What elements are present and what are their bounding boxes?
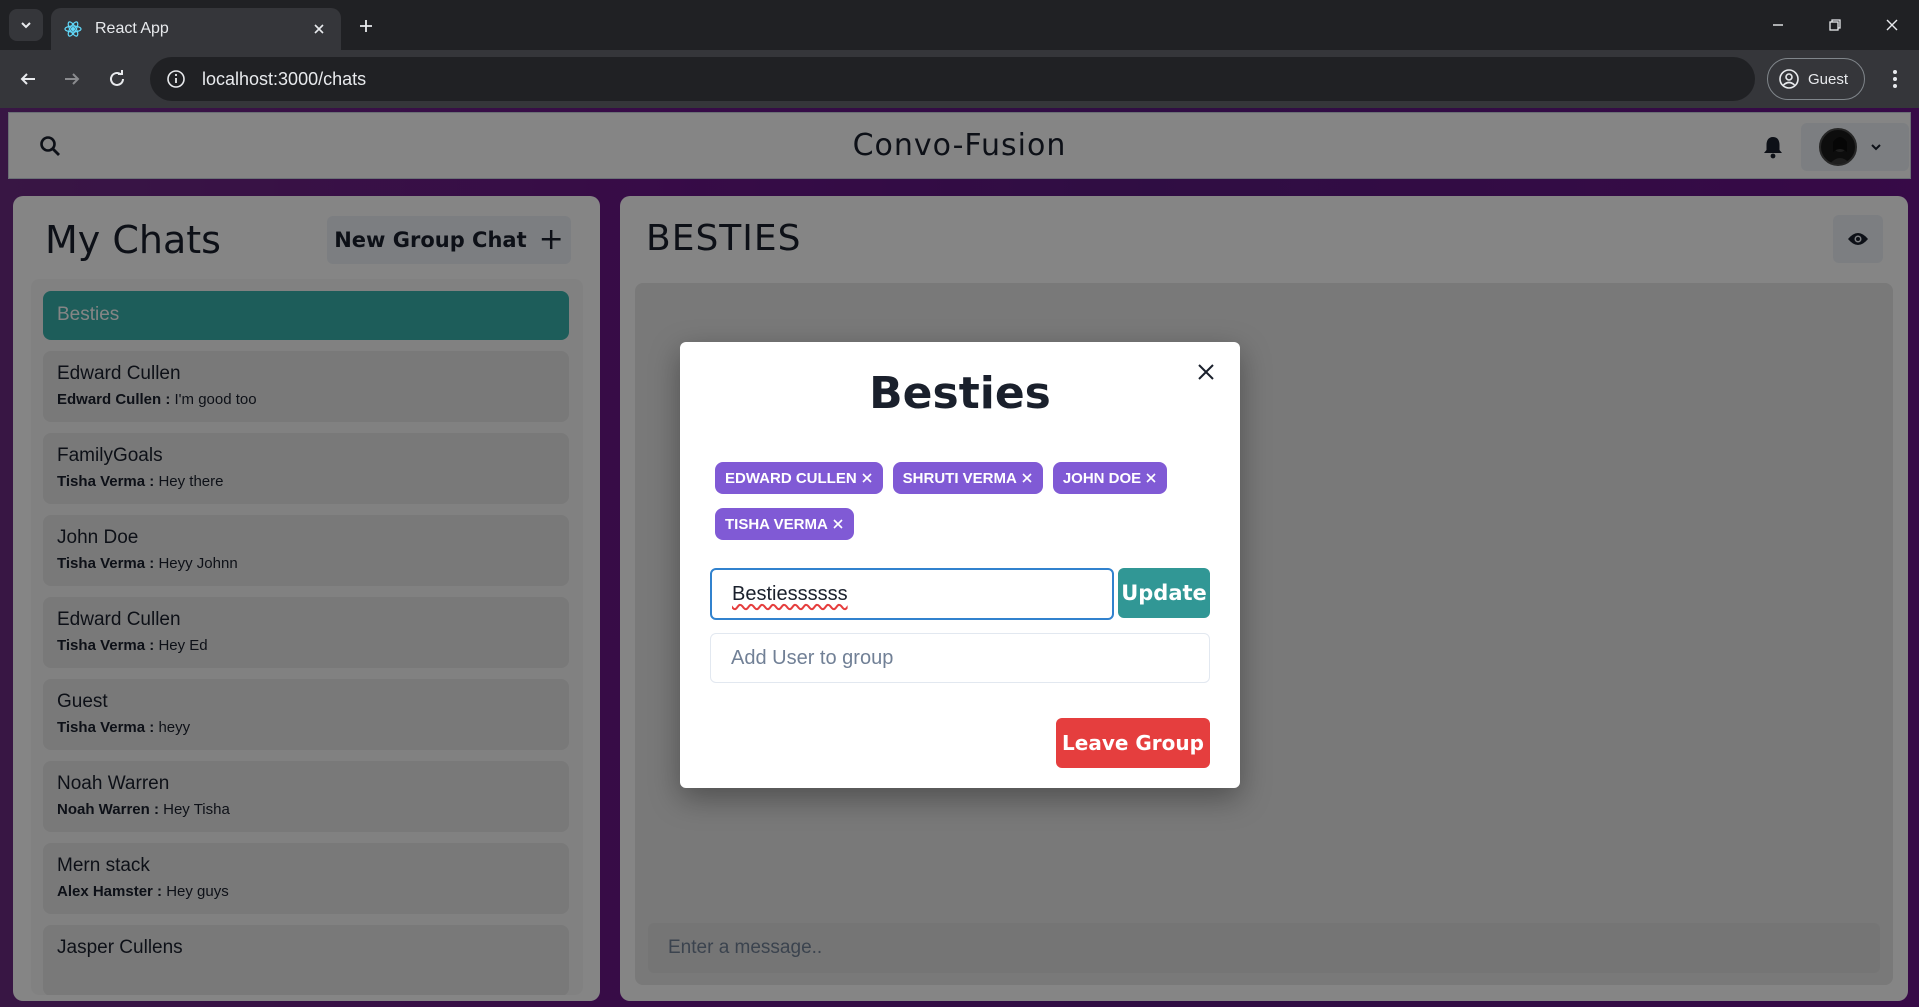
new-tab-plus-icon[interactable]	[352, 12, 380, 40]
tab-close-icon[interactable]	[309, 19, 329, 39]
group-name-input[interactable]: Bestiessssss	[710, 568, 1114, 620]
profile-button[interactable]: Guest	[1767, 58, 1865, 100]
member-badge-label: TISHA VERMA	[725, 515, 828, 533]
member-badge[interactable]: SHRUTI VERMA	[892, 462, 1043, 494]
close-icon	[1198, 364, 1214, 380]
tab-title: React App	[95, 20, 169, 37]
react-icon	[63, 19, 83, 39]
browser-tab[interactable]: React App	[51, 8, 341, 50]
modal-title: Besties	[869, 368, 1051, 419]
remove-member-icon[interactable]	[832, 518, 844, 530]
minimize-icon[interactable]	[1758, 10, 1798, 40]
browser-tab-bar: React App	[0, 0, 1919, 50]
member-badge[interactable]: TISHA VERMA	[715, 508, 854, 540]
member-badges: EDWARD CULLEN SHRUTI VERMA JOHN DOE TISH…	[715, 462, 1185, 554]
remove-member-icon[interactable]	[1021, 472, 1033, 484]
member-badge[interactable]: EDWARD CULLEN	[715, 462, 883, 494]
leave-group-button[interactable]: Leave Group	[1056, 718, 1210, 768]
profile-icon	[1779, 69, 1799, 89]
window-close-icon[interactable]	[1872, 10, 1912, 40]
chevron-down-icon	[21, 22, 31, 29]
group-name-value: Bestiessssss	[732, 582, 848, 605]
restore-icon[interactable]	[1815, 10, 1855, 40]
member-badge-label: JOHN DOE	[1062, 469, 1142, 487]
back-arrow-icon[interactable]	[12, 63, 44, 95]
group-settings-modal: Besties EDWARD CULLEN SHRUTI VERMA JOHN …	[680, 342, 1240, 788]
reload-icon[interactable]	[101, 63, 133, 95]
remove-member-icon[interactable]	[1145, 472, 1157, 484]
remove-member-icon[interactable]	[861, 472, 873, 484]
modal-close-button[interactable]	[1191, 357, 1221, 387]
tab-search-button[interactable]	[9, 9, 43, 41]
member-badge-label: EDWARD CULLEN	[725, 469, 857, 487]
member-badge[interactable]: JOHN DOE	[1052, 462, 1168, 494]
member-badge-label: SHRUTI VERMA	[902, 469, 1017, 487]
profile-label: Guest	[1808, 70, 1849, 88]
browser-toolbar: localhost:3000/chats Guest	[0, 50, 1919, 108]
address-bar[interactable]: localhost:3000/chats	[150, 57, 1755, 101]
forward-arrow-icon[interactable]	[56, 63, 88, 95]
add-user-input[interactable]	[710, 633, 1210, 683]
site-info-icon[interactable]	[164, 67, 188, 91]
update-button[interactable]: Update	[1118, 568, 1210, 618]
browser-menu-icon[interactable]	[1880, 64, 1910, 94]
url-text: localhost:3000/chats	[202, 68, 367, 89]
